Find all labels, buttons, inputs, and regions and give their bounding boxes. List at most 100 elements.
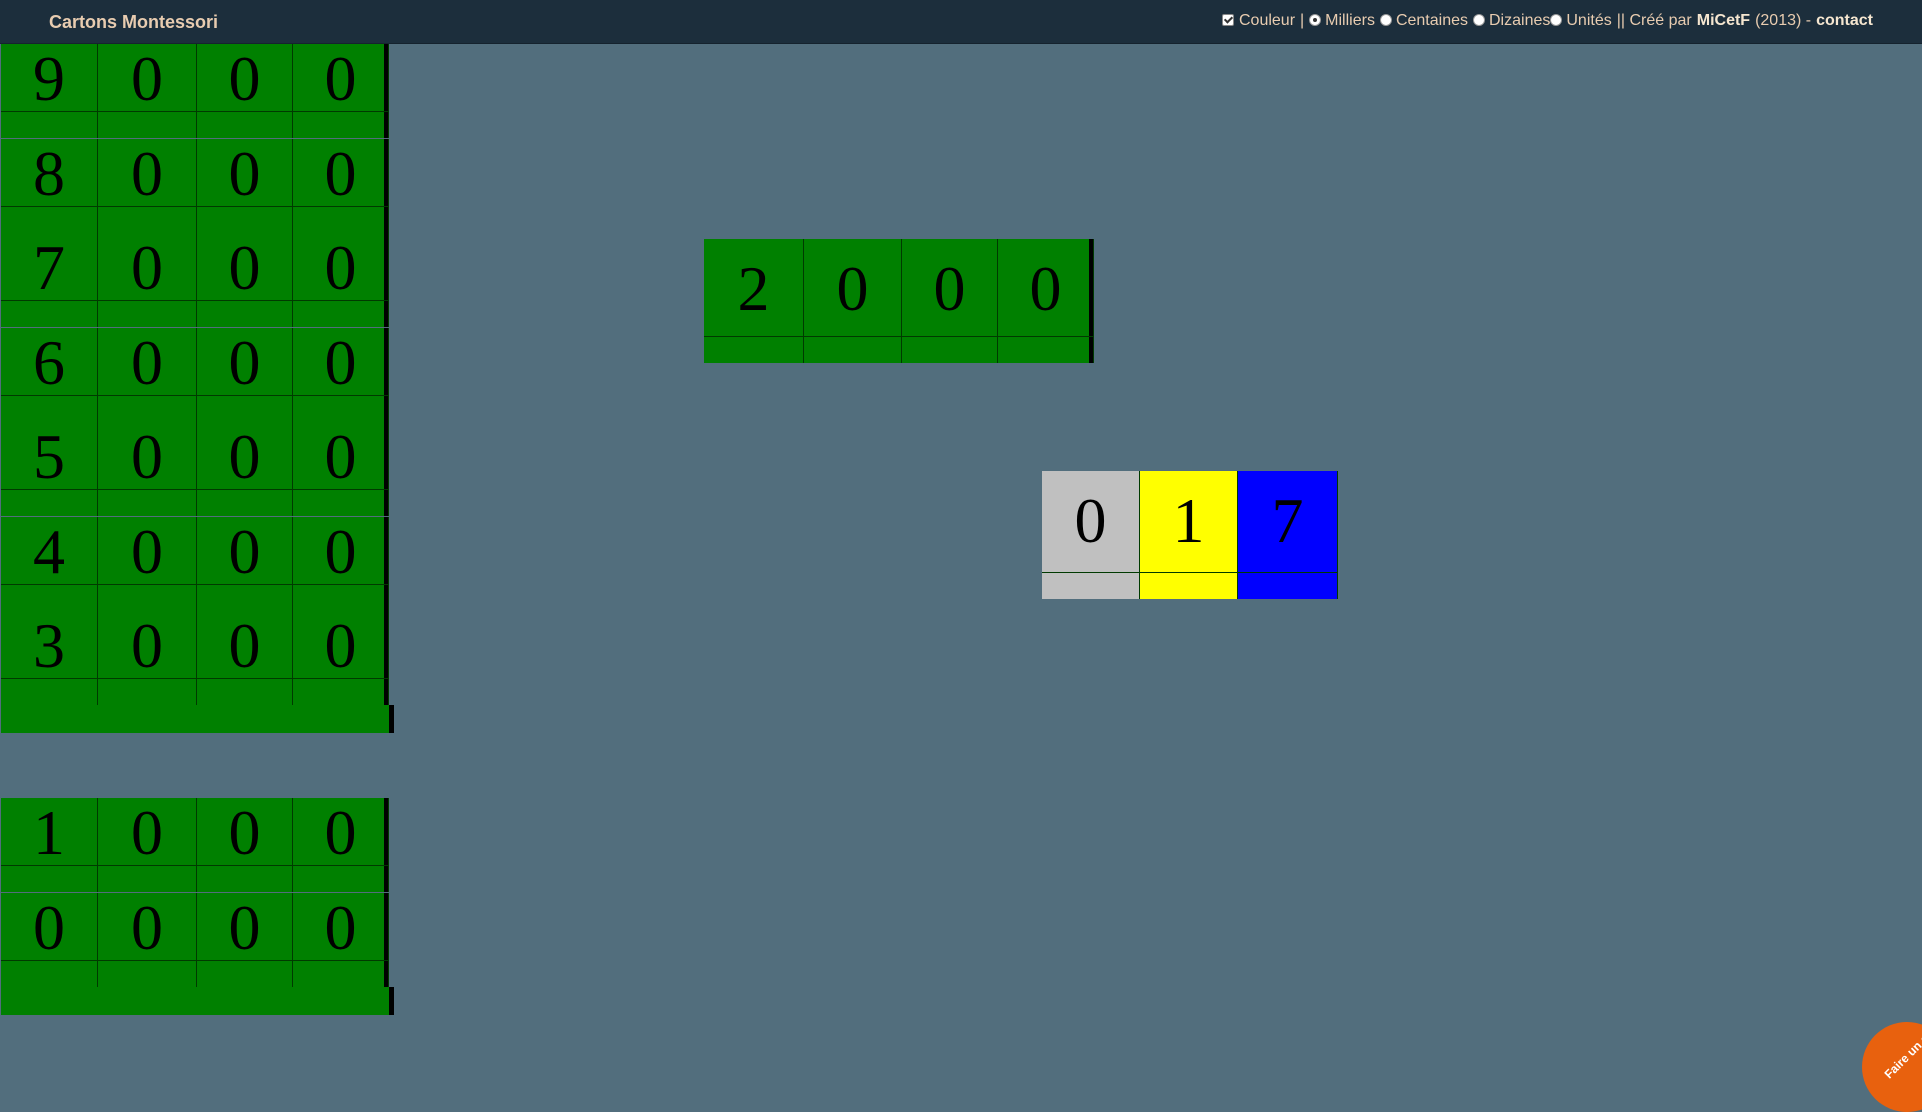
thousands-card[interactable]: 5000 <box>1 422 389 516</box>
card-digit: 1 <box>1172 485 1205 556</box>
thousands-card[interactable]: 0000 <box>1 891 389 987</box>
card-cell: 5 <box>1 422 98 516</box>
card-cell: 3 <box>1 611 98 705</box>
card-tab <box>1 583 97 611</box>
card-digit: 8 <box>33 137 65 209</box>
contact-link[interactable]: contact <box>1816 12 1873 30</box>
card-digit: 0 <box>228 137 261 209</box>
card-cell: 1 <box>1 798 98 892</box>
card-tab <box>1140 572 1237 599</box>
card-cell: 0 <box>293 44 389 138</box>
thousands-card[interactable]: 6000 <box>1 326 389 422</box>
card-digit: 1 <box>33 797 65 868</box>
card-cell: 0 <box>197 44 293 138</box>
card-digit: 0 <box>324 421 357 492</box>
stack-bottom-strip <box>1 705 394 733</box>
card-digit: 0 <box>228 515 261 587</box>
thousands-card[interactable]: 1000 <box>1 798 389 892</box>
card-digit: 0 <box>228 326 261 398</box>
thousands-card[interactable]: 4000 <box>1 515 389 611</box>
thousands-card[interactable]: 3000 <box>1 611 389 705</box>
card-cell: 0 <box>293 611 389 705</box>
card-cell: 0 <box>902 239 998 363</box>
card-cell: 0 <box>98 422 197 516</box>
app-title: Cartons Montessori <box>49 12 219 32</box>
card-tab <box>1 111 97 138</box>
card-cell: 0 <box>98 515 197 611</box>
card-cell: 9 <box>1 44 98 138</box>
card-tab <box>197 300 292 327</box>
couleur-checkbox[interactable] <box>1221 14 1234 26</box>
card-tab <box>1042 572 1139 599</box>
card-tab <box>293 111 388 138</box>
card-tab <box>293 959 388 987</box>
thousands-card[interactable]: 9000 <box>1 44 389 138</box>
stack-bottom-strip <box>1 987 394 1015</box>
milliers-label: Milliers <box>1325 12 1375 29</box>
milliers-radio[interactable] <box>1309 14 1322 26</box>
card-cell: 0 <box>1 891 98 987</box>
card-cell: 0 <box>197 137 293 233</box>
card-cell: 0 <box>998 239 1094 363</box>
dizaines-label: Dizaines <box>1489 12 1551 29</box>
centaines-label: Centaines <box>1395 12 1468 29</box>
card-cell: 0 <box>1042 471 1140 599</box>
card-digit: 0 <box>131 43 163 114</box>
card-digit: 0 <box>131 797 163 868</box>
thousands-card[interactable]: 8000 <box>1 137 389 233</box>
card-digit: 0 <box>131 515 163 587</box>
card-tab <box>98 678 196 705</box>
card-tab <box>1 959 97 987</box>
card-digit: 7 <box>1271 485 1304 556</box>
card-digit: 0 <box>228 610 261 681</box>
credit-prefix: || Créé par <box>1616 12 1692 29</box>
card-digit: 7 <box>33 232 65 303</box>
card-tab <box>293 583 388 611</box>
card-cell: 1 <box>1140 471 1238 599</box>
unites-radio[interactable] <box>1550 14 1563 26</box>
card-digit: 0 <box>324 891 357 963</box>
card-cell: 0 <box>98 798 197 892</box>
card-digit: 0 <box>131 891 163 963</box>
card-digit: 0 <box>33 891 65 963</box>
card-digit: 0 <box>131 610 163 681</box>
author-link[interactable]: MiCetF <box>1697 12 1750 30</box>
dizaines-radio[interactable] <box>1473 14 1485 26</box>
card-tab <box>98 205 196 233</box>
year-text: (2013) - <box>1755 12 1812 29</box>
card-cell: 6 <box>1 327 98 422</box>
placed-small-card[interactable]: 017 <box>1042 471 1338 599</box>
card-digit: 0 <box>228 43 261 114</box>
card-digit: 2 <box>737 253 770 324</box>
card-cell: 0 <box>197 611 293 705</box>
card-cell: 0 <box>98 44 197 138</box>
donate-badge[interactable]: Faire un don <box>1862 1022 1922 1112</box>
card-cell: 0 <box>98 327 197 422</box>
card-cell: 0 <box>293 233 389 327</box>
card-cell: 0 <box>98 138 197 233</box>
card-digit: 0 <box>933 253 966 324</box>
card-tab <box>293 489 388 516</box>
card-digit: 0 <box>228 421 261 492</box>
placed-thousands-card[interactable]: 2000 <box>704 239 1094 363</box>
card-cell: 0 <box>98 611 197 705</box>
card-tab <box>197 394 292 422</box>
card-digit: 0 <box>324 137 357 209</box>
thousands-card[interactable]: 7000 <box>1 233 389 327</box>
card-digit: 0 <box>324 43 357 114</box>
card-digit: 0 <box>131 421 163 492</box>
card-tab <box>1 865 97 892</box>
card-tab <box>1 489 97 516</box>
card-tab <box>197 205 292 233</box>
card-tab <box>293 205 388 233</box>
centaines-radio[interactable] <box>1379 14 1392 26</box>
card-tab <box>1 394 97 422</box>
card-tab <box>98 300 196 327</box>
card-tab <box>98 394 196 422</box>
card-cell: 0 <box>197 515 293 611</box>
card-tab <box>293 394 388 422</box>
card-tab <box>804 336 901 363</box>
card-digit: 4 <box>33 515 65 587</box>
card-digit: 0 <box>324 515 357 587</box>
card-cell: 0 <box>293 137 389 233</box>
